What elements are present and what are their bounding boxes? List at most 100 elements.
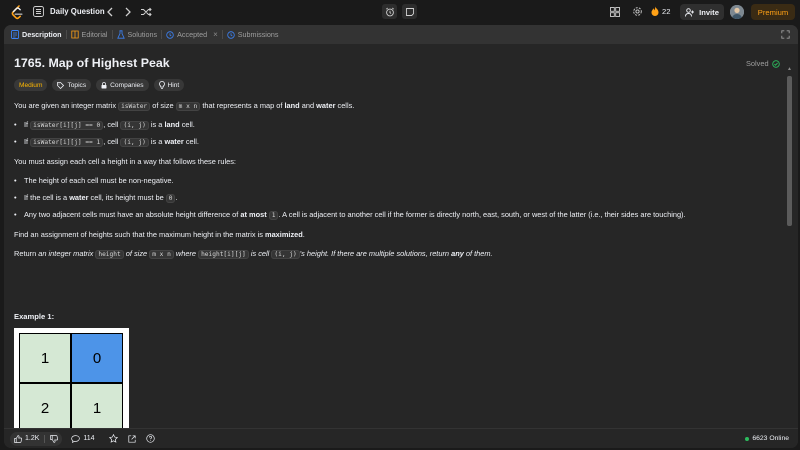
tab-divider — [161, 30, 163, 39]
list-item: If isWater[i][j] == 1, cell (i, j) is a … — [14, 137, 199, 147]
like-count: 1.2K — [25, 435, 40, 442]
text: cell. — [179, 120, 195, 129]
invite-button[interactable]: Invite — [680, 4, 724, 20]
chip-row: Medium Topics Companies Hint — [14, 79, 185, 91]
scroll-up-arrow[interactable]: ▲ — [787, 66, 792, 72]
list-item: The height of each cell must be non-nega… — [14, 176, 174, 185]
streak-counter[interactable]: 22 — [651, 6, 670, 16]
streak-count: 22 — [662, 6, 671, 16]
bold-text: water — [69, 193, 89, 202]
daily-question-link[interactable]: Daily Question — [50, 7, 105, 16]
text: is a — [148, 137, 165, 146]
list-item: Any two adjacent cells must have an abso… — [14, 210, 686, 220]
grid-cell-land: 2 — [19, 383, 71, 428]
italic-text: of them. — [463, 249, 493, 258]
tag-icon — [57, 81, 65, 89]
text: . — [175, 193, 178, 202]
text: , cell — [103, 137, 121, 146]
tab-solutions-label: Solutions — [127, 30, 158, 39]
online-dot-icon — [745, 436, 750, 441]
star-icon[interactable] — [108, 434, 118, 443]
comment-icon — [71, 434, 81, 443]
bold-text: land — [164, 120, 180, 129]
add-user-icon — [685, 7, 695, 17]
italic-text: where — [173, 249, 199, 258]
bold-italic-text: any — [451, 249, 464, 258]
text: is a — [148, 120, 165, 129]
text: cell, its height must be — [88, 193, 166, 202]
history-icon — [166, 30, 174, 39]
inline-code: (i, j) — [120, 138, 149, 147]
online-count: 6623 Online — [752, 435, 789, 442]
bottom-bar: 1.2K 114 6623 Online — [4, 428, 798, 448]
text: , cell — [103, 120, 121, 129]
problem-title: 1765. Map of Highest Peak — [14, 56, 170, 70]
thumbs-down-icon[interactable] — [50, 434, 59, 443]
inline-code: 0 — [165, 194, 176, 203]
text: and — [299, 101, 317, 110]
inline-code: isWater — [118, 102, 151, 111]
invite-label: Invite — [699, 7, 719, 17]
comment-count: 114 — [83, 435, 95, 442]
text: You are given an integer matrix — [14, 101, 119, 110]
problem-list-icon[interactable] — [33, 6, 44, 17]
companies-label: Companies — [110, 81, 144, 89]
find-paragraph: Find an assignment of heights such that … — [14, 230, 305, 239]
text: Any two adjacent cells must have an abso… — [24, 210, 241, 219]
rules-intro: You must assign each cell a height in a … — [14, 157, 236, 166]
example-grid-image: 1 0 2 1 — [14, 328, 129, 428]
alarm-clock-icon[interactable] — [382, 4, 397, 19]
note-icon[interactable] — [402, 4, 417, 19]
close-icon[interactable]: × — [213, 30, 218, 39]
italic-text: of size — [123, 249, 150, 258]
book-icon — [70, 30, 79, 39]
list-item: If isWater[i][j] == 0, cell (i, j) is a … — [14, 120, 195, 130]
problem-content[interactable]: 1765. Map of Highest Peak Solved Medium … — [4, 44, 792, 428]
text: cells. — [335, 101, 355, 110]
inline-code: height — [95, 250, 124, 259]
inline-code: (i, j) — [271, 250, 300, 259]
chevron-right-icon[interactable] — [123, 6, 133, 18]
inline-code: (i, j) — [120, 121, 149, 130]
avatar[interactable] — [730, 5, 744, 19]
scrollbar-thumb[interactable] — [787, 76, 792, 226]
chevron-left-icon[interactable] — [105, 6, 115, 18]
expand-icon[interactable] — [781, 30, 790, 39]
gear-icon[interactable] — [632, 6, 643, 17]
inline-code: height[i][j] — [198, 250, 249, 259]
tab-description[interactable]: Description — [11, 30, 62, 39]
tab-solutions[interactable]: Solutions — [116, 30, 158, 39]
hint-label: Hint — [167, 81, 180, 89]
comments-button[interactable]: 114 — [71, 434, 95, 443]
italic-text: an integer matrix — [38, 249, 96, 258]
text: that represents a map of — [200, 101, 285, 110]
inline-code: m x n — [149, 250, 174, 259]
difficulty-badge: Medium — [14, 79, 48, 91]
tab-divider — [221, 30, 223, 39]
help-icon[interactable] — [145, 434, 155, 443]
text: Return — [14, 249, 39, 258]
leetcode-logo-icon[interactable] — [10, 5, 24, 20]
hint-chip[interactable]: Hint — [153, 79, 185, 91]
share-icon[interactable] — [128, 434, 136, 443]
tab-editorial[interactable]: Editorial — [70, 30, 108, 39]
italic-text: is cell — [248, 249, 272, 258]
tab-accepted[interactable]: Accepted × — [166, 30, 218, 39]
thumbs-up-icon[interactable] — [14, 434, 22, 443]
solved-status: Solved — [746, 59, 780, 68]
fire-icon — [651, 6, 659, 16]
grid-cell-water: 0 — [71, 333, 123, 383]
layout-icon[interactable] — [610, 7, 620, 17]
list-item: If the cell is a water cell, its height … — [14, 193, 178, 203]
premium-button[interactable]: Premium — [751, 4, 795, 20]
tab-accepted-label: Accepted — [177, 30, 208, 39]
description-panel: Description Editorial Solutions Accepted… — [4, 25, 798, 448]
topics-chip[interactable]: Topics — [52, 79, 92, 91]
lock-icon — [101, 81, 107, 89]
shuffle-icon[interactable] — [140, 6, 152, 18]
grid-cell-land: 1 — [19, 333, 71, 383]
text: . — [302, 230, 305, 239]
italic-text: 's height. If there are multiple solutio… — [299, 249, 452, 258]
tab-submissions[interactable]: Submissions — [227, 30, 278, 39]
companies-chip[interactable]: Companies — [96, 79, 149, 91]
